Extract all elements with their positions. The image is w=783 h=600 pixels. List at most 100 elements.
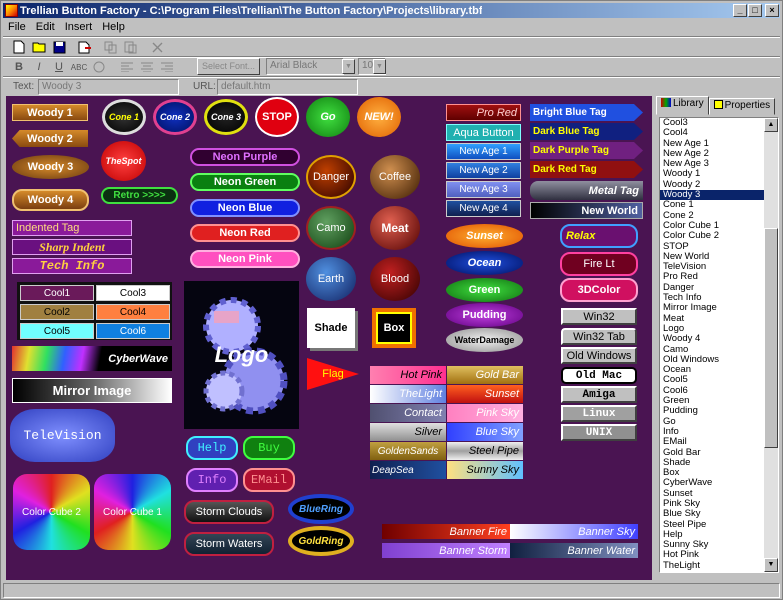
library-item[interactable]: Blue Sky [660,509,764,519]
library-item[interactable]: Color Cube 2 [660,231,764,241]
cone-3-button[interactable]: Cone 3 [204,99,248,135]
cyberwave-button[interactable]: CyberWave [12,346,172,371]
cool-6-button[interactable]: Cool6 [96,323,170,339]
select-font-button[interactable]: Select Font... [197,58,260,75]
align-right-icon[interactable] [157,58,177,76]
dark-red-tag-button[interactable]: Dark Red Tag [530,161,643,178]
gold-bar-button[interactable]: Gold Bar [447,366,523,384]
button-canvas[interactable]: Woody 1 Woody 2 Woody 3 Woody 4 Cone 1 C… [6,96,652,580]
library-item[interactable]: Woody 3 [660,190,764,201]
library-item[interactable]: Pink Sky [660,499,764,509]
library-item[interactable]: Gold Bar [660,448,764,458]
metal-tag-button[interactable]: Metal Tag [530,181,643,200]
underline-button[interactable]: U [49,58,69,76]
library-item[interactable]: Sunset [660,489,764,499]
library-item[interactable]: Logo [660,324,764,334]
television-button[interactable]: TeleVision [10,409,115,462]
paste-icon[interactable] [121,38,141,56]
cool-4-button[interactable]: Cool4 [96,304,170,320]
meat-button[interactable]: Meat [370,206,420,250]
blue-sky-button[interactable]: Blue Sky [447,423,523,441]
export-icon[interactable] [75,38,95,56]
library-item[interactable]: TeleVision [660,262,764,272]
library-item[interactable]: Woody 4 [660,334,764,344]
storm-clouds-button[interactable]: Storm Clouds [184,500,274,524]
library-item[interactable]: Old Windows [660,355,764,365]
copy-icon[interactable] [101,38,121,56]
align-center-icon[interactable] [137,58,157,76]
library-item[interactable]: Cone 1 [660,200,764,210]
sharp-indent-button[interactable]: Sharp Indent [12,239,132,255]
library-item[interactable]: CyberWave [660,478,764,488]
close-button[interactable]: × [765,4,779,17]
banner-sky-button[interactable]: Banner Sky [510,524,638,539]
library-item[interactable]: Cool4 [660,128,764,138]
neon-red-button[interactable]: Neon Red [190,224,300,242]
silver-button[interactable]: Silver [370,423,446,441]
library-item[interactable]: Mirror Image [660,303,764,313]
tab-properties[interactable]: Properties [708,98,776,115]
cone-1-button[interactable]: Cone 1 [102,99,146,135]
contact-button[interactable]: Contact [370,404,446,422]
library-scrollbar[interactable]: ▲ ▼ [764,118,778,572]
library-item[interactable]: Camo [660,345,764,355]
cone-2-button[interactable]: Cone 2 [153,99,197,135]
library-item[interactable]: Pro Red [660,272,764,282]
library-item[interactable]: New Age 3 [660,159,764,169]
library-item[interactable]: New Age 1 [660,139,764,149]
color-cube-2-button[interactable]: Color Cube 2 [13,474,90,550]
stop-button[interactable]: STOP [255,97,299,137]
library-item[interactable]: Meat [660,314,764,324]
win32-button[interactable]: Win32 [561,308,637,325]
library-item[interactable]: Pudding [660,406,764,416]
neon-blue-button[interactable]: Neon Blue [190,199,300,217]
retro-button[interactable]: Retro >>>> [101,187,178,204]
goldring-button[interactable]: GoldRing [288,526,354,556]
woody-4-button[interactable]: Woody 4 [12,189,89,211]
cool-1-button[interactable]: Cool1 [20,285,94,301]
danger-button[interactable]: Danger [306,155,356,199]
new-age-1-button[interactable]: New Age 1 [446,143,521,160]
go-button[interactable]: Go [306,97,350,137]
library-item[interactable]: Cone 2 [660,211,764,221]
bright-blue-tag-button[interactable]: Bright Blue Tag [530,104,643,121]
library-item[interactable]: Go [660,417,764,427]
scroll-up-icon[interactable]: ▲ [764,118,778,132]
pink-sky-button[interactable]: Pink Sky [447,404,523,422]
library-item[interactable]: Tech Info [660,293,764,303]
neon-green-button[interactable]: Neon Green [190,173,300,191]
menu-insert[interactable]: Insert [60,21,98,33]
new-age-4-button[interactable]: New Age 4 [446,200,521,217]
storm-waters-button[interactable]: Storm Waters [184,532,274,556]
new-file-icon[interactable] [9,38,29,56]
font-name-select[interactable]: Arial Black [266,58,344,75]
text-field[interactable]: Woody 3 [38,79,179,95]
buy-button[interactable]: Buy [243,436,295,460]
chevron-down-icon[interactable]: ▼ [342,59,355,74]
neon-purple-button[interactable]: Neon Purple [190,148,300,166]
new-age-3-button[interactable]: New Age 3 [446,181,521,198]
sunny-sky-button[interactable]: Sunny Sky [447,461,523,479]
old-windows-button[interactable]: Old Windows [561,347,637,364]
style-icon[interactable] [89,58,109,76]
url-field[interactable]: default.htm [217,79,358,95]
color-cube-1-button[interactable]: Color Cube 1 [94,474,171,550]
italic-button[interactable]: I [29,58,49,76]
sunset-button[interactable]: Sunset [446,224,523,248]
library-item[interactable]: Steel Pipe [660,520,764,530]
woody-1-button[interactable]: Woody 1 [12,104,88,121]
library-item[interactable]: Woody 1 [660,169,764,179]
sunset-2-button[interactable]: Sunset [447,385,523,403]
woody-3-button[interactable]: Woody 3 [12,155,89,179]
cut-icon[interactable] [147,38,167,56]
bold-button[interactable]: B [9,58,29,76]
neon-pink-button[interactable]: Neon Pink [190,250,300,268]
library-item[interactable]: Sunny Sky [660,540,764,550]
thelight-button[interactable]: TheLight [370,385,446,403]
cool-2-button[interactable]: Cool2 [20,304,94,320]
camo-button[interactable]: Camo [306,206,356,250]
amiga-button[interactable]: Amiga [561,386,637,403]
indented-tag-button[interactable]: Indented Tag [12,220,132,236]
tech-info-button[interactable]: Tech Info [12,258,132,274]
new-age-2-button[interactable]: New Age 2 [446,162,521,179]
